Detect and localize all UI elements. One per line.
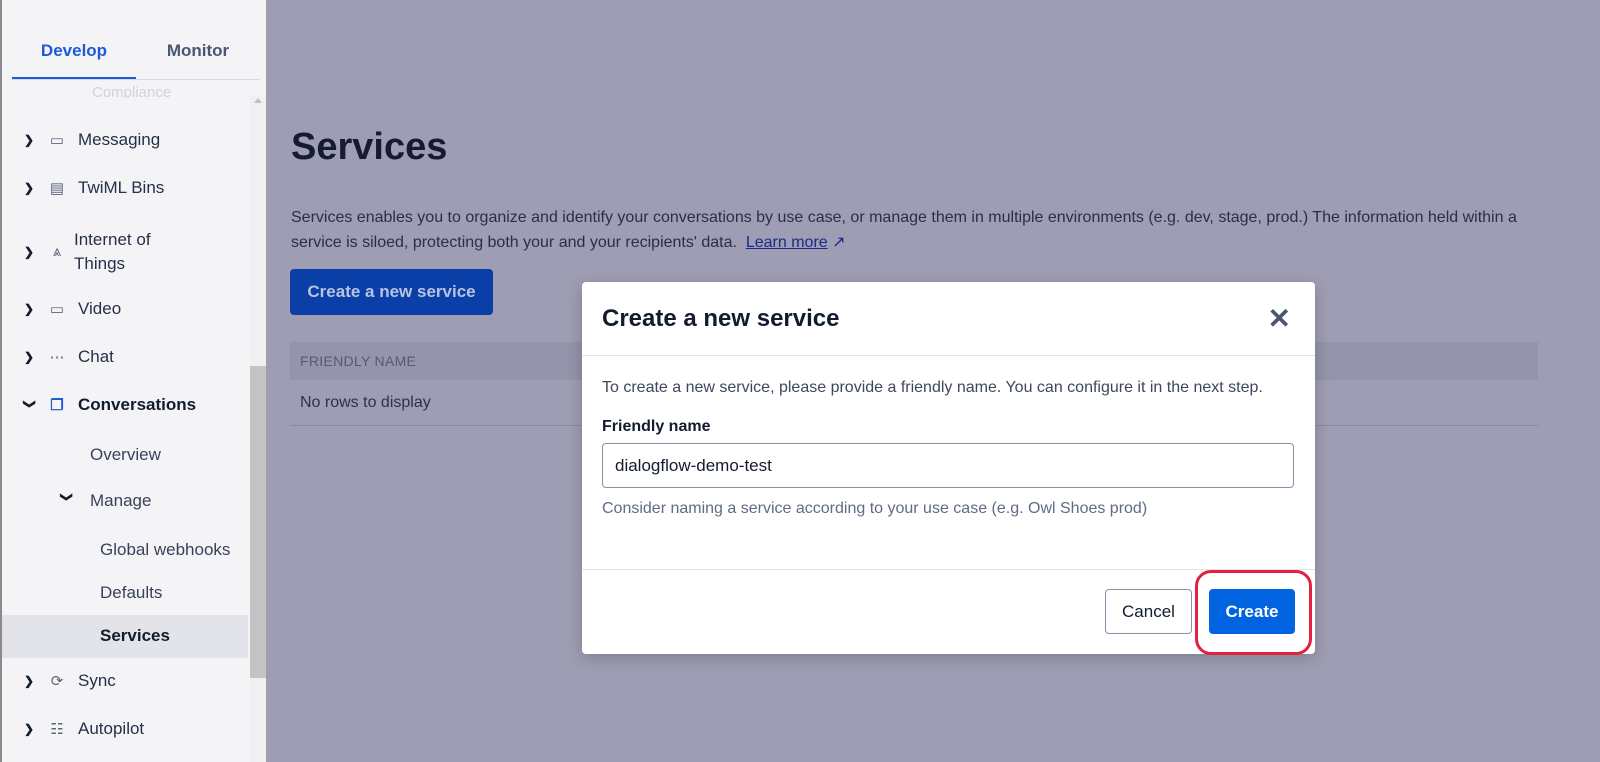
create-service-modal: Create a new service ✕ To create a new s… [582, 282, 1315, 654]
sidebar-item-defaults[interactable]: Defaults [100, 583, 162, 603]
chevron-right-icon: ❯ [24, 302, 35, 316]
cancel-button[interactable]: Cancel [1105, 589, 1192, 634]
sidebar-item-sync[interactable]: ❯ ⟳ Sync [2, 671, 248, 691]
sidebar: Develop Monitor Compliance ❯ ▭ Messaging ❯… [0, 0, 266, 762]
sidebar-item-twiml-bins[interactable]: ❯ ▤ TwiML Bins [2, 178, 248, 198]
create-button[interactable]: Create [1209, 589, 1295, 634]
sidebar-item-conversations[interactable]: ❯ ❐ Conversations [2, 395, 248, 415]
chat-bubble-icon: ▭ [49, 132, 65, 149]
chevron-down-icon[interactable]: ❯ [60, 492, 74, 502]
close-icon[interactable]: ✕ [1268, 302, 1291, 335]
sidebar-item-manage[interactable]: Manage [90, 491, 151, 511]
video-camera-icon: ▭ [49, 301, 65, 318]
chevron-right-icon: ❯ [24, 181, 35, 195]
tab-develop[interactable]: Develop [12, 28, 136, 79]
chat-dots-icon: ⋯ [49, 349, 65, 366]
sidebar-item-video[interactable]: ❯ ▭ Video [2, 299, 248, 319]
sidebar-item-chat[interactable]: ❯ ⋯ Chat [2, 347, 248, 367]
sidebar-item-autopilot[interactable]: ❯ ☷ Autopilot [2, 719, 248, 739]
sidebar-item-services[interactable]: Services [100, 626, 170, 646]
archive-box-icon: ▤ [49, 180, 65, 197]
tab-monitor[interactable]: Monitor [136, 28, 260, 79]
chevron-right-icon: ❯ [24, 133, 35, 147]
table-empty-text: No rows to display [300, 394, 431, 411]
chevron-right-icon: ❯ [24, 350, 35, 364]
page-title: Services [291, 126, 448, 168]
chevron-down-icon: ❯ [23, 399, 37, 410]
sidebar-scrollbar-thumb[interactable] [250, 366, 266, 678]
external-link-icon: ↗ [827, 234, 846, 251]
sidebar-item-messaging[interactable]: ❯ ▭ Messaging [2, 130, 248, 150]
chevron-right-icon: ❯ [24, 674, 35, 688]
sidebar-item-overview[interactable]: Overview [90, 445, 161, 465]
robot-icon: ☷ [50, 721, 64, 738]
sidebar-item-iot[interactable]: ❯ ⩓ Internet of Things [2, 228, 248, 276]
friendly-name-label: Friendly name [602, 418, 711, 435]
create-new-service-button[interactable]: Create a new service [290, 269, 493, 315]
chevron-right-icon: ❯ [24, 722, 35, 736]
sidebar-item-compliance-clipped[interactable]: Compliance [92, 84, 171, 98]
modal-instructions: To create a new service, please provide … [602, 379, 1263, 396]
iot-nodes-icon: ⩓ [52, 243, 62, 260]
page-description: Services enables you to organize and ide… [291, 209, 1517, 251]
scroll-up-arrow-icon[interactable] [254, 98, 262, 103]
sync-icon: ⟳ [50, 673, 64, 690]
friendly-name-help: Consider naming a service according to y… [602, 500, 1148, 517]
modal-title: Create a new service [602, 304, 840, 332]
sidebar-tabs: Develop Monitor [12, 28, 260, 80]
sidebar-item-global-webhooks[interactable]: Global webhooks [100, 540, 230, 560]
chevron-right-icon: ❯ [24, 245, 35, 259]
modal-header: Create a new service ✕ [582, 282, 1315, 356]
friendly-name-input[interactable] [602, 443, 1294, 488]
conversations-icon: ❐ [50, 397, 64, 414]
modal-body: To create a new service, please provide … [582, 356, 1315, 570]
learn-more-link[interactable]: Learn more [746, 234, 828, 251]
